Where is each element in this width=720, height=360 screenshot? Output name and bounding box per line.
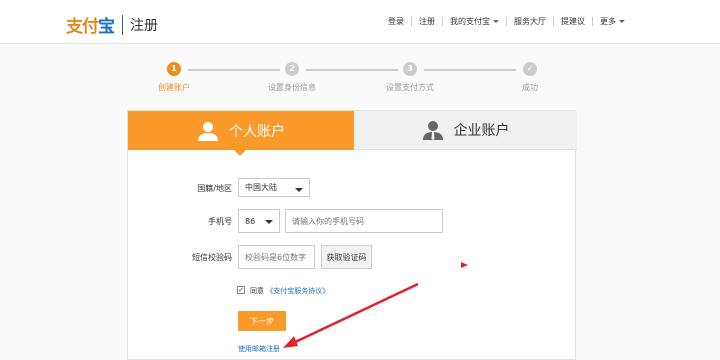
- logo-divider: [122, 14, 123, 35]
- business-person-icon: [422, 121, 443, 140]
- alipay-logo[interactable]: 支付宝 注册: [66, 12, 158, 37]
- agree-text: 同意 《支付宝服务协议》: [250, 286, 329, 296]
- next-step-button[interactable]: 下一步: [238, 311, 286, 331]
- step-number-badge: 3: [403, 62, 417, 76]
- step-payment-method: 3 设置支付方式: [380, 60, 440, 93]
- step-label: 成功: [522, 83, 538, 92]
- logo-text-a: 支付: [66, 17, 99, 37]
- agree-checkbox[interactable]: ✓: [237, 286, 245, 294]
- check-icon: ✓: [523, 62, 537, 76]
- region-value: 中国大陆: [245, 183, 277, 192]
- agree-label: 同意: [250, 287, 264, 295]
- nav-my-alipay-label: 我的支付宝: [450, 17, 490, 26]
- agreement-link[interactable]: 《支付宝服务协议》: [266, 287, 329, 295]
- chevron-down-icon: [493, 20, 499, 23]
- phone-label: 手机号: [208, 217, 232, 226]
- tab-business-account[interactable]: 企业账户: [354, 111, 577, 150]
- get-code-button[interactable]: 获取验证码: [321, 245, 372, 269]
- region-select[interactable]: 中国大陆: [238, 178, 310, 197]
- phone-input[interactable]: [285, 209, 443, 233]
- tab-personal-label: 个人账户: [229, 123, 285, 140]
- tab-personal-account[interactable]: 个人账户: [128, 111, 354, 150]
- top-nav: 登录 注册 我的支付宝 服务大厅 提建议 更多: [381, 16, 632, 27]
- alipay-logo-mark: 支付宝: [66, 12, 115, 37]
- step-label: 设置身份信息: [268, 83, 316, 92]
- email-register-link[interactable]: 使用邮箱注册: [238, 344, 280, 354]
- chevron-down-icon: [619, 20, 625, 23]
- registration-steps: 1 创建账户 2 设置身份信息 3 设置支付方式 ✓ 成功: [150, 60, 570, 100]
- step-label: 创建账户: [158, 83, 190, 92]
- nav-more-menu[interactable]: 更多: [593, 16, 632, 27]
- step-number-badge: 1: [167, 62, 181, 76]
- nav-more-label: 更多: [600, 17, 616, 26]
- active-tab-pointer: [233, 149, 247, 156]
- nav-my-alipay-menu[interactable]: 我的支付宝: [443, 16, 506, 27]
- country-code-select[interactable]: 86: [238, 209, 280, 233]
- step-create-account: 1 创建账户: [144, 60, 204, 93]
- step-success: ✓ 成功: [500, 60, 560, 93]
- registration-panel: 个人账户 企业账户 国籍/地区 中国大陆 手机号 86 短信校验码 获取验证码 …: [127, 110, 577, 360]
- top-header-bar: 支付宝 注册 登录 注册 我的支付宝 服务大厅 提建议 更多: [0, 0, 720, 44]
- logo-text-b: 宝: [98, 17, 115, 37]
- step-number-badge: 2: [285, 62, 299, 76]
- country-code-value: 86: [245, 216, 256, 226]
- chevron-down-icon: [295, 188, 303, 192]
- step-label: 设置支付方式: [386, 83, 434, 92]
- sms-code-input[interactable]: [238, 245, 315, 269]
- chevron-down-icon: [265, 220, 273, 224]
- person-icon: [198, 121, 218, 141]
- account-type-tabs: 个人账户 企业账户: [128, 111, 577, 156]
- nav-suggest-link[interactable]: 提建议: [554, 16, 592, 27]
- step-identity-info: 2 设置身份信息: [262, 60, 322, 93]
- nav-service-hall-link[interactable]: 服务大厅: [507, 16, 553, 27]
- page-title: 注册: [130, 17, 158, 34]
- sms-code-label: 短信校验码: [192, 253, 232, 262]
- nav-register-link[interactable]: 注册: [412, 16, 442, 27]
- tab-business-label: 企业账户: [453, 123, 510, 139]
- nav-login-link[interactable]: 登录: [381, 16, 411, 27]
- region-label: 国籍/地区: [197, 184, 232, 193]
